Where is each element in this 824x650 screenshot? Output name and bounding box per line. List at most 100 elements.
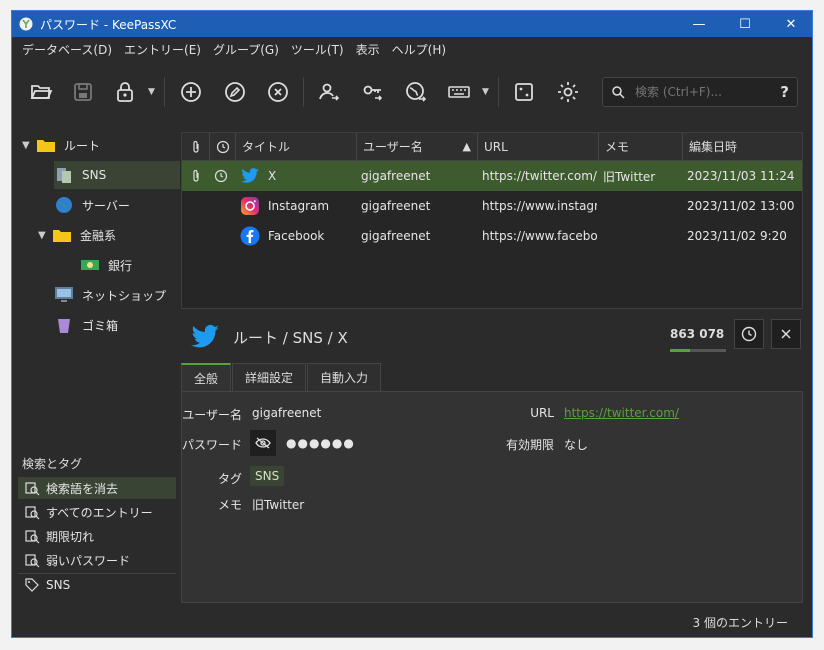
column-attachment[interactable] xyxy=(182,133,210,161)
toolbar: ▼ ▼ 検索 (Ctrl+F)... ? xyxy=(12,65,812,117)
menu-help[interactable]: ヘルプ(H) xyxy=(386,41,452,58)
table-row[interactable]: Facebook gigafreenet https://www.facebo.… xyxy=(182,221,802,251)
tag-item-weak-passwords[interactable]: 弱いパスワード xyxy=(18,549,176,571)
cell-notes xyxy=(603,221,683,251)
save-database-icon[interactable] xyxy=(70,79,96,105)
tree-item-trash[interactable]: ゴミ箱 xyxy=(54,311,180,339)
menu-database[interactable]: データベース(D) xyxy=(16,41,118,58)
trash-icon xyxy=(54,315,74,335)
collapse-arrow-icon[interactable]: ▼ xyxy=(38,230,52,241)
tag-label: SNS xyxy=(46,577,71,592)
open-database-icon[interactable] xyxy=(28,79,54,105)
cell-url: https://www.facebo... xyxy=(482,229,597,243)
history-button[interactable] xyxy=(734,319,764,349)
tree-label: サーバー xyxy=(82,198,130,213)
tag-icon xyxy=(25,577,39,592)
close-window-button[interactable]: ✕ xyxy=(768,11,812,37)
column-username[interactable]: ユーザー名 ▲ xyxy=(357,133,478,161)
cell-modified: 2023/11/02 9:20 xyxy=(687,229,787,243)
column-expiry[interactable] xyxy=(210,133,236,161)
tag-label: 弱いパスワード xyxy=(46,553,131,568)
password-generator-icon[interactable] xyxy=(511,79,537,105)
search-input[interactable] xyxy=(633,84,763,100)
toggle-password-visibility-button[interactable] xyxy=(250,430,276,456)
twitter-icon xyxy=(241,168,259,183)
monitor-icon xyxy=(54,285,74,305)
tree-label: ネットショップ xyxy=(82,288,167,303)
clock-icon xyxy=(741,326,757,342)
search-tag-icon xyxy=(25,554,40,568)
autotype-dropdown-icon[interactable]: ▼ xyxy=(482,87,489,97)
entry-title: Instagram xyxy=(268,199,330,213)
minimize-button[interactable]: — xyxy=(676,11,722,37)
tag-item-clear-search[interactable]: 検索語を消去 xyxy=(18,477,176,499)
search-tag-icon xyxy=(25,482,40,496)
search-tag-icon xyxy=(25,506,40,520)
tree-label: 銀行 xyxy=(108,258,133,273)
table-row[interactable]: Instagram gigafreenet https://www.instag… xyxy=(182,191,802,221)
edit-entry-icon[interactable] xyxy=(222,79,248,105)
paperclip-icon xyxy=(193,140,199,153)
maximize-button[interactable]: ☐ xyxy=(722,11,768,37)
tree-item-root[interactable]: ▼ ルート xyxy=(22,131,180,159)
entry-table: タイトル ユーザー名 ▲ URL メモ 編集日時 X gigafreenet h… xyxy=(181,132,803,309)
cell-username: gigafreenet xyxy=(361,229,431,243)
lock-database-icon[interactable] xyxy=(112,79,138,105)
menu-view[interactable]: 表示 xyxy=(350,41,386,58)
url-link[interactable]: https://twitter.com/ xyxy=(564,406,679,420)
tree-item-shop[interactable]: ネットショップ xyxy=(54,281,180,309)
tag-item-expired[interactable]: 期限切れ xyxy=(18,525,176,547)
open-url-icon[interactable] xyxy=(403,79,429,105)
entry-detail-body: ユーザー名 gigafreenet パスワード ●●●●●● タグ SNS メモ… xyxy=(181,391,803,603)
twitter-icon xyxy=(191,324,219,348)
cell-url: https://twitter.com/ xyxy=(482,169,597,183)
tree-item-finance[interactable]: ▼ 金融系 xyxy=(38,221,180,249)
tab-autotype[interactable]: 自動入力 xyxy=(307,363,382,391)
notes-value: 旧Twitter xyxy=(252,498,305,512)
menu-bar: データベース(D) エントリー(E) グループ(G) ツール(T) 表示 ヘルプ… xyxy=(12,37,812,61)
collapse-arrow-icon[interactable]: ▼ xyxy=(22,140,36,151)
tree-item-server[interactable]: サーバー xyxy=(54,191,180,219)
tree-item-sns[interactable]: SNS xyxy=(54,161,180,189)
title-bar: パスワード - KeePassXC — ☐ ✕ xyxy=(12,11,812,37)
tab-general[interactable]: 全般 xyxy=(181,363,232,391)
cell-title: Facebook xyxy=(240,221,357,251)
menu-entry[interactable]: エントリー(E) xyxy=(118,41,207,58)
column-modified[interactable]: 編集日時 xyxy=(683,133,802,161)
add-entry-icon[interactable] xyxy=(178,79,204,105)
cell-modified: 2023/11/03 11:24 xyxy=(687,169,795,183)
tab-advanced[interactable]: 詳細設定 xyxy=(232,363,307,391)
tags-label: タグ xyxy=(217,472,242,486)
delete-entry-icon[interactable] xyxy=(265,79,291,105)
copy-username-icon[interactable] xyxy=(316,79,342,105)
autotype-icon[interactable] xyxy=(446,79,472,105)
column-url[interactable]: URL xyxy=(478,133,599,161)
password-value[interactable]: ●●●●●● xyxy=(286,436,355,450)
column-notes[interactable]: メモ xyxy=(599,133,683,161)
table-row[interactable]: X gigafreenet https://twitter.com/ 旧Twit… xyxy=(182,161,802,191)
tree-item-bank[interactable]: 銀行 xyxy=(80,251,180,279)
entry-title: X xyxy=(268,169,277,183)
tag-item-sns[interactable]: SNS xyxy=(18,573,176,595)
app-window: パスワード - KeePassXC — ☐ ✕ データベース(D) エントリー(… xyxy=(11,10,813,638)
expiry-clock-icon xyxy=(214,161,230,191)
attachment-icon xyxy=(190,161,206,191)
tree-label: ルート xyxy=(64,138,101,153)
column-title[interactable]: タイトル xyxy=(236,133,357,161)
tag-label: 期限切れ xyxy=(46,529,95,544)
menu-tools[interactable]: ツール(T) xyxy=(285,41,350,58)
menu-group[interactable]: グループ(G) xyxy=(207,41,285,58)
cell-url: https://www.instagr... xyxy=(482,199,597,213)
close-detail-button[interactable] xyxy=(771,319,801,349)
username-value[interactable]: gigafreenet xyxy=(252,406,321,420)
url-label: URL xyxy=(530,406,554,420)
copy-password-icon[interactable] xyxy=(360,79,386,105)
tag-chip[interactable]: SNS xyxy=(250,466,285,486)
cell-notes: 旧Twitter xyxy=(603,169,656,184)
search-help-button[interactable]: ? xyxy=(780,83,789,101)
tag-item-all-entries[interactable]: すべてのエントリー xyxy=(18,501,176,523)
search-box[interactable]: ? xyxy=(602,77,798,107)
sort-ascending-icon: ▲ xyxy=(462,140,471,153)
settings-icon[interactable] xyxy=(555,79,581,105)
lock-dropdown-icon[interactable]: ▼ xyxy=(148,87,155,97)
